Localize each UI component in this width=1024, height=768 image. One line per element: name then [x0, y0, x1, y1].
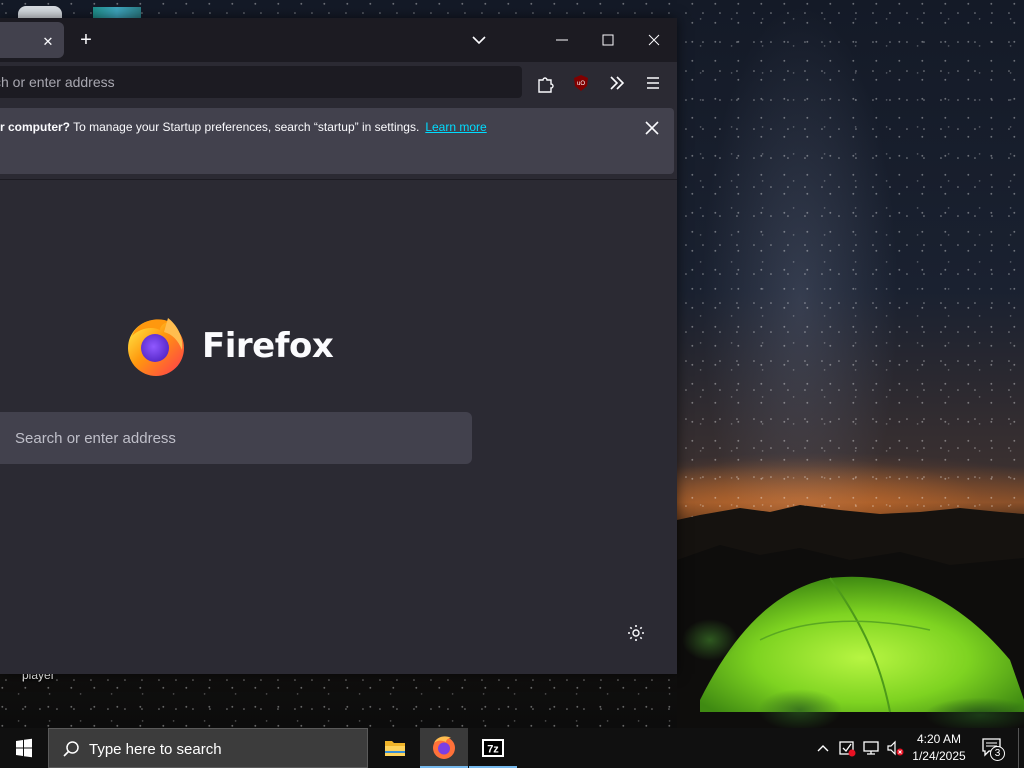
firefox-logo-icon	[128, 318, 184, 376]
address-bar[interactable]	[0, 66, 522, 98]
foreground-bushes	[680, 600, 1024, 728]
chevron-down-icon[interactable]	[466, 30, 492, 50]
windows-security-icon[interactable]	[837, 738, 857, 758]
file-explorer-icon	[385, 741, 405, 756]
firefox-window: ✕ + uO	[0, 18, 677, 674]
clock-date: 1/24/2025	[912, 749, 966, 763]
volume-muted-icon[interactable]	[885, 738, 905, 758]
startup-notification-bar: r computer? To manage your Startup prefe…	[0, 108, 674, 174]
clock-time: 4:20 AM	[916, 732, 962, 746]
gear-icon[interactable]	[625, 622, 647, 644]
taskbar-file-explorer[interactable]	[371, 728, 419, 768]
learn-more-link[interactable]: Learn more	[425, 120, 486, 134]
navigation-toolbar: uO	[0, 62, 677, 104]
new-tab-page: Firefox	[0, 179, 677, 674]
7zip-icon: 7z	[482, 739, 504, 757]
taskbar-search-placeholder: Type here to search	[89, 741, 222, 758]
newtab-search-input[interactable]	[15, 412, 455, 464]
show-desktop-button[interactable]	[1018, 728, 1024, 768]
svg-text:7z: 7z	[487, 744, 499, 756]
close-icon[interactable]	[640, 116, 664, 140]
maximize-icon[interactable]	[585, 18, 631, 62]
windows-taskbar: Type here to search 7z 4:20 AM 1/24/2025…	[0, 728, 1024, 768]
hamburger-menu-icon[interactable]	[640, 70, 666, 96]
desktop-shortcut-icon[interactable]	[93, 7, 141, 18]
firefox-icon	[433, 736, 455, 759]
notification-count-badge: 3	[990, 746, 1005, 761]
taskbar-7zip[interactable]: 7z	[469, 728, 517, 768]
action-center-button[interactable]: 3	[978, 734, 1008, 762]
notification-body-text: To manage your Startup preferences, sear…	[70, 120, 420, 134]
notification-bold-text: r computer?	[0, 120, 71, 134]
new-tab-button[interactable]: +	[72, 28, 100, 52]
windows-start-icon[interactable]	[0, 728, 48, 768]
tab-close-button[interactable]: ✕	[40, 34, 56, 50]
taskbar-firefox[interactable]	[420, 728, 468, 768]
tab-new-tab[interactable]: ✕	[0, 22, 64, 58]
desktop-shortcut-icon[interactable]	[18, 6, 62, 18]
extensions-icon[interactable]	[532, 70, 558, 96]
chevron-up-icon[interactable]	[813, 738, 833, 758]
system-clock[interactable]: 4:20 AM 1/24/2025	[908, 731, 970, 765]
taskbar-search-box[interactable]: Type here to search	[48, 728, 368, 768]
address-input[interactable]	[0, 66, 514, 98]
search-icon	[63, 741, 79, 757]
newtab-search-box[interactable]	[0, 412, 472, 464]
minimize-icon[interactable]	[539, 18, 585, 62]
ublock-origin-icon[interactable]: uO	[568, 70, 594, 96]
tab-strip: ✕ +	[0, 18, 677, 62]
svg-text:uO: uO	[577, 81, 585, 87]
network-icon[interactable]	[861, 738, 881, 758]
close-icon[interactable]	[631, 18, 677, 62]
notification-message: r computer? To manage your Startup prefe…	[0, 120, 487, 134]
overflow-chevron-icon[interactable]	[604, 70, 630, 96]
firefox-wordmark: Firefox	[202, 326, 334, 366]
